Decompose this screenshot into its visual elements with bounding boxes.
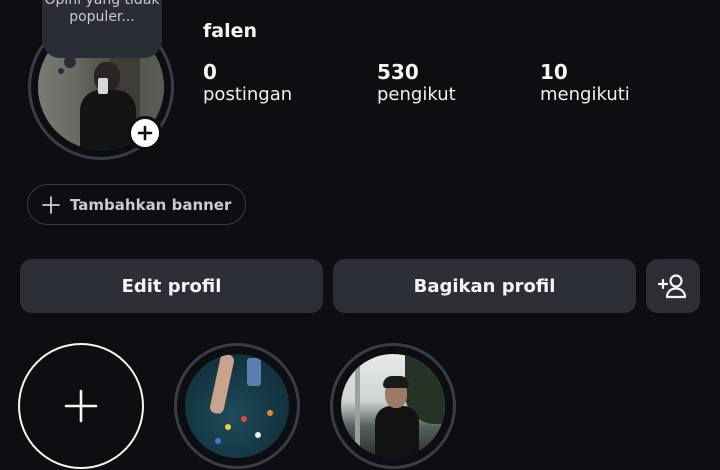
new-highlight-button[interactable] (18, 343, 144, 469)
profile-note[interactable]: Opini yang tidak populer... (42, 0, 162, 58)
highlight-item[interactable] (174, 343, 300, 469)
stat-following-label: mengikuti (540, 84, 630, 105)
person-add-icon (658, 274, 687, 299)
discover-people-button[interactable] (646, 259, 700, 313)
add-story-button[interactable] (128, 116, 162, 150)
stat-followers-label: pengikut (377, 84, 456, 105)
share-profile-label: Bagikan profil (413, 275, 556, 297)
add-banner-button[interactable]: Tambahkan banner (27, 184, 246, 225)
stat-posts[interactable]: 0 postingan (203, 60, 292, 105)
stat-followers-value: 530 (377, 60, 419, 84)
stat-followers[interactable]: 530 pengikut (377, 60, 456, 105)
plus-icon (64, 389, 98, 423)
highlight-cover (341, 354, 445, 458)
username: falen (203, 20, 258, 42)
highlight-cover (185, 354, 289, 458)
stat-posts-value: 0 (203, 60, 217, 84)
stat-posts-label: postingan (203, 84, 293, 105)
stat-following-value: 10 (540, 60, 568, 84)
edit-profile-label: Edit profil (121, 275, 222, 297)
edit-profile-button[interactable]: Edit profil (20, 259, 323, 313)
stat-following[interactable]: 10 mengikuti (540, 60, 630, 105)
plus-icon (137, 125, 153, 141)
note-text: Opini yang tidak populer... (44, 0, 160, 25)
highlight-item[interactable] (330, 343, 456, 469)
note-tail (64, 56, 76, 68)
plus-icon (42, 195, 60, 214)
note-tail-dot (58, 68, 64, 74)
add-banner-label: Tambahkan banner (70, 195, 232, 214)
share-profile-button[interactable]: Bagikan profil (333, 259, 636, 313)
